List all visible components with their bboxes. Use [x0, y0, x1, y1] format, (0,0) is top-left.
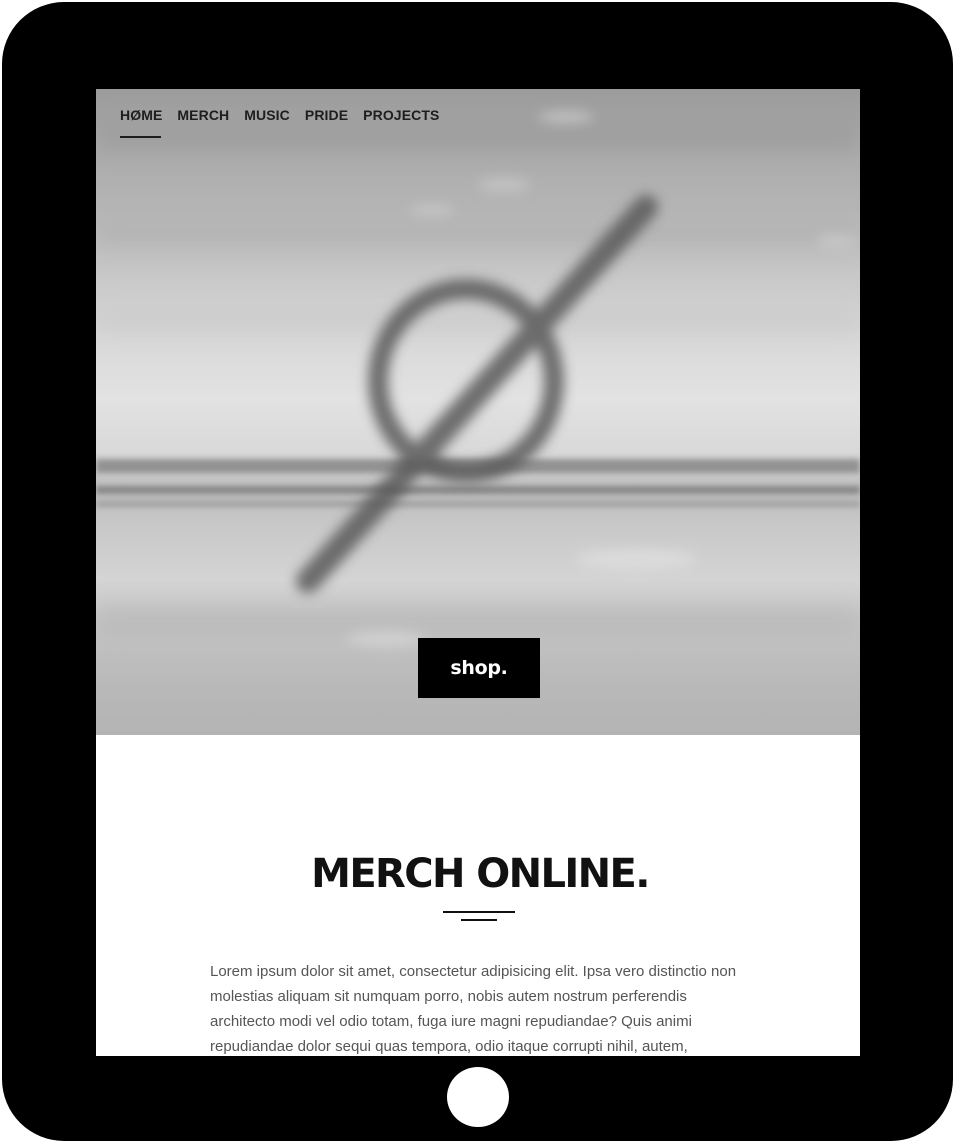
title-divider	[443, 909, 515, 923]
divider-line-short	[461, 919, 497, 921]
section-title: MERCH ONLINE.	[311, 851, 650, 897]
shop-button[interactable]: shop.	[418, 638, 540, 698]
body-paragraph: Lorem ipsum dolor sit amet, consectetur …	[210, 963, 737, 1055]
nav-item-music[interactable]: MUSIC	[244, 107, 290, 123]
nav-item-projects[interactable]: PROJECTS	[363, 107, 439, 123]
nav-item-pride[interactable]: PRIDE	[305, 107, 348, 123]
tablet-screen: HØME MERCH MUSIC PRIDE PROJECTS shop. ME…	[96, 89, 860, 1056]
main-nav: HØME MERCH MUSIC PRIDE PROJECTS	[120, 107, 439, 138]
device-home-button-icon[interactable]	[447, 1067, 509, 1127]
nav-item-home[interactable]: HØME	[120, 107, 162, 138]
tablet-device-frame: HØME MERCH MUSIC PRIDE PROJECTS shop. ME…	[2, 2, 953, 1141]
nav-item-merch[interactable]: MERCH	[177, 107, 229, 123]
hero-banner: HØME MERCH MUSIC PRIDE PROJECTS shop.	[96, 89, 860, 735]
divider-line-long	[443, 911, 515, 913]
